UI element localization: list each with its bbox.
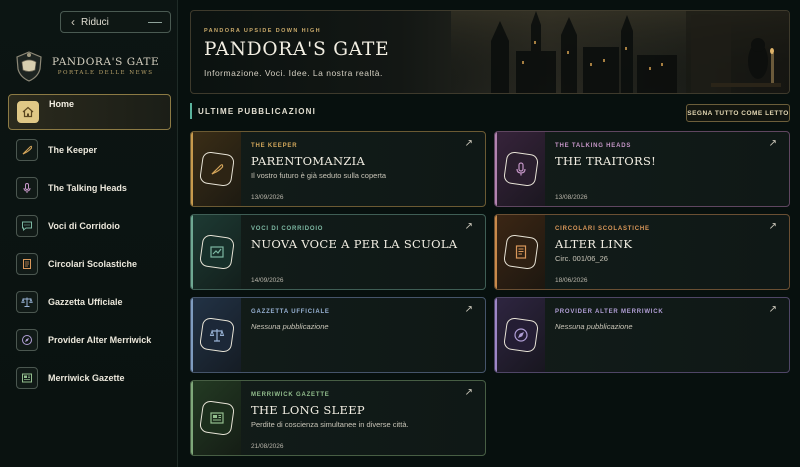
sidebar-item-gazzetta-ufficiale[interactable]: Gazzetta Ufficiale [8,284,171,320]
quill-icon [198,150,236,188]
news-card-the-keeper[interactable]: THE KEEPER PARENTOMANZIA Il vostro futur… [190,131,486,207]
newspaper-icon [16,367,38,389]
card-date: 14/09/2026 [251,277,284,284]
card-date: 13/09/2026 [251,194,284,201]
mark-all-read-button[interactable]: SEGNA TUTTO COME LETTO [686,104,790,122]
brand-title: PANDORA'S GATE [52,56,160,68]
collapse-sidebar-button[interactable]: ‹ Riduci [60,11,171,33]
open-arrow-icon[interactable]: ↗ [769,138,777,149]
microphone-icon [16,177,38,199]
open-arrow-icon[interactable]: ↗ [465,221,473,232]
open-arrow-icon[interactable]: ↗ [465,387,473,398]
sidebar-item-the-keeper[interactable]: The Keeper [8,132,171,168]
card-title: THE TRAITORS! [555,154,657,168]
sidebar-nav: Home The Keeper The Talking Heads Voci d… [8,94,171,398]
news-card-gazzetta-ufficiale[interactable]: GAZZETTA UFFICIALE Nessuna pubblicazione… [190,297,486,373]
open-arrow-icon[interactable]: ↗ [769,221,777,232]
section-title: ULTIME PUBBLICAZIONI [198,107,317,116]
sidebar-item-label: Merriwick Gazette [48,373,125,383]
hero-banner: PANDORA UPSIDE DOWN HIGH PANDORA'S GATE … [190,10,790,94]
sidebar-item-label: Voci di Corridoio [48,221,120,231]
news-card-the-talking-heads[interactable]: THE TALKING HEADS THE TRAITORS! 13/08/20… [494,131,790,207]
card-category: GAZZETTA UFFICIALE [251,309,330,315]
card-category: VOCI DI CORRIDOIO [251,226,324,232]
newspaper-icon [198,399,236,437]
crest-logo-icon [12,49,46,83]
card-category: PROVIDER ALTER MERRIWICK [555,309,664,315]
sidebar-item-label: Gazzetta Ufficiale [48,297,123,307]
card-title: PARENTOMANZIA [251,154,366,168]
card-thumbnail [497,298,545,372]
sidebar-item-label: Provider Alter Merriwick [48,335,152,345]
open-arrow-icon[interactable]: ↗ [769,304,777,315]
card-title: THE LONG SLEEP [251,403,365,417]
card-thumbnail [193,298,241,372]
hero-pretitle: PANDORA UPSIDE DOWN HIGH [204,28,322,34]
brand-subtitle: PORTALE DELLE NEWS [57,70,154,76]
sidebar-item-label: Circolari Scolastiche [48,259,138,269]
quill-icon [16,139,38,161]
card-date: 13/08/2026 [555,194,588,201]
chart-icon [198,233,236,271]
hero-subtitle: Informazione. Voci. Idee. La nostra real… [204,68,383,78]
card-date: 18/06/2026 [555,277,588,284]
card-category: THE TALKING HEADS [555,143,632,149]
document-icon [16,253,38,275]
open-arrow-icon[interactable]: ↗ [465,138,473,149]
document-icon [502,233,540,271]
sidebar-item-label: The Talking Heads [48,183,127,193]
card-thumbnail [193,132,241,206]
chevron-left-icon: ‹ [71,15,75,29]
scales-icon [16,291,38,313]
sidebar-item-the-talking-heads[interactable]: The Talking Heads [8,170,171,206]
news-card-provider-alter-merriwick[interactable]: PROVIDER ALTER MERRIWICK Nessuna pubblic… [494,297,790,373]
sidebar-item-label: Home [49,99,75,109]
card-empty-message: Nessuna pubblicazione [251,322,329,331]
sidebar-item-provider-alter-merriwick[interactable]: Provider Alter Merriwick [8,322,171,358]
card-thumbnail [193,381,241,455]
card-category: CIRCOLARI SCOLASTICHE [555,226,650,232]
card-thumbnail [497,215,545,289]
home-icon [17,101,39,123]
minus-icon [148,22,162,23]
card-category: MERRIWICK GAZETTE [251,392,330,398]
section-accent-bar [190,103,192,119]
news-card-voci-di-corridoio[interactable]: VOCI DI CORRIDOIO NUOVA VOCE A PER LA SC… [190,214,486,290]
sidebar-item-merriwick-gazette[interactable]: Merriwick Gazette [8,360,171,396]
card-description: Il vostro futuro è già seduto sulla cope… [251,171,387,180]
card-description: Perdite di coscienza simultanee in diver… [251,420,409,429]
sidebar-item-circolari-scolastiche[interactable]: Circolari Scolastiche [8,246,171,282]
card-thumbnail [497,132,545,206]
scales-icon [198,316,236,354]
news-card-merriwick-gazette[interactable]: MERRIWICK GAZETTE THE LONG SLEEP Perdite… [190,380,486,456]
news-card-circolari-scolastiche[interactable]: CIRCOLARI SCOLASTICHE ALTER LINK Circ. 0… [494,214,790,290]
open-arrow-icon[interactable]: ↗ [465,304,473,315]
brand[interactable]: PANDORA'S GATE PORTALE DELLE NEWS [12,46,172,86]
sidebar-item-home[interactable]: Home [8,94,171,130]
compass-icon [502,316,540,354]
card-title: NUOVA VOCE A PER LA SCUOLA [251,237,458,251]
card-description: Circ. 001/06_26 [555,254,608,263]
sidebar: ‹ Riduci PANDORA'S GATE PORTALE DELLE NE… [0,0,178,467]
card-category: THE KEEPER [251,143,298,149]
sidebar-item-voci-di-corridoio[interactable]: Voci di Corridoio [8,208,171,244]
main-content: PANDORA UPSIDE DOWN HIGH PANDORA'S GATE … [180,0,800,467]
sidebar-item-label: The Keeper [48,145,98,155]
card-thumbnail [193,215,241,289]
microphone-icon [502,150,540,188]
chat-icon [16,215,38,237]
card-empty-message: Nessuna pubblicazione [555,322,633,331]
hero-title: PANDORA'S GATE [204,39,390,60]
compass-icon [16,329,38,351]
card-date: 21/08/2026 [251,443,284,450]
card-title: ALTER LINK [555,237,633,251]
collapse-label: Riduci [81,16,109,28]
